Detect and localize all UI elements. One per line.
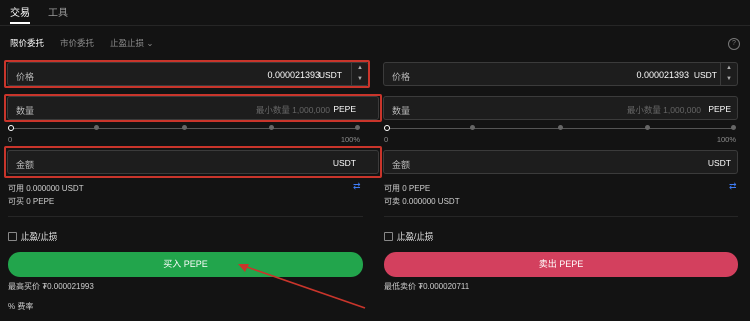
slider-mark <box>645 125 650 130</box>
buy-tpsl-label: 止盈/止损 <box>21 231 58 241</box>
sell-price-field[interactable]: 价格 0.000021393 USDT ▲ ▼ <box>383 62 738 86</box>
sell-pct-slider[interactable]: 0 100% <box>384 123 736 144</box>
slider-knob[interactable] <box>8 124 14 131</box>
fee-rate-link[interactable]: % 费率 <box>8 301 33 312</box>
tabs-divider <box>0 25 750 26</box>
slider-min-label: 0 <box>8 135 13 144</box>
sell-amount-unit: USDT <box>707 158 731 168</box>
divider <box>8 216 363 217</box>
checkbox-icon[interactable] <box>8 231 17 241</box>
sell-can-sell: 可卖 0.000000 USDT <box>384 197 460 206</box>
divider <box>384 216 738 217</box>
slider-max-label: 100% <box>716 135 736 144</box>
annotation-arrow-icon <box>238 264 366 309</box>
slider-knob[interactable] <box>384 124 390 131</box>
highlight-price <box>4 60 370 88</box>
sell-qty-label: 数量 <box>392 106 411 116</box>
sell-amount-label: 金额 <box>392 160 411 170</box>
swap-icon[interactable]: ⇄ <box>729 181 737 192</box>
highlight-amount <box>4 146 382 178</box>
tab-tools[interactable]: 工具 <box>48 4 68 24</box>
buy-best-price: 最高买价 ₮0.000021993 <box>8 282 94 291</box>
swap-icon[interactable]: ⇄ <box>353 181 361 192</box>
sell-price-value: 0.000021393 <box>636 70 689 80</box>
chevron-down-icon: ⌄ <box>146 38 154 48</box>
sell-amount-field[interactable]: 金额 USDT <box>383 150 738 174</box>
tab-market-order[interactable]: 市价委托 <box>60 37 94 49</box>
tab-stop-order[interactable]: 止盈止损 ⌄ <box>110 37 154 49</box>
sell-button[interactable]: 卖出 PEPE <box>384 252 738 277</box>
order-type-tabs: 限价委托 市价委托 止盈止损 ⌄ <box>10 37 154 49</box>
slider-mark <box>731 125 736 130</box>
buy-can-buy: 可买 0 PEPE <box>8 197 55 206</box>
sell-tpsl-label: 止盈/止损 <box>397 231 434 241</box>
buy-tpsl-checkbox[interactable]: 止盈/止损 <box>8 230 57 242</box>
sell-qty-field[interactable]: 数量 最小数量 1,000,000 PEPE <box>383 96 738 120</box>
sell-qty-unit: PEPE <box>708 104 731 114</box>
sell-available: 可用 0 PEPE <box>384 184 431 193</box>
caret-down-icon[interactable]: ▼ <box>721 74 737 85</box>
sell-price-unit: USDT <box>693 70 717 80</box>
slider-mark <box>558 125 563 130</box>
main-tabs: 交易 工具 <box>10 4 68 24</box>
slider-mark <box>182 125 187 130</box>
tab-trade[interactable]: 交易 <box>10 4 30 24</box>
caret-up-icon[interactable]: ▲ <box>721 63 737 74</box>
slider-min-label: 0 <box>384 135 389 144</box>
slider-mark <box>94 125 99 130</box>
sell-best-price: 最低卖价 ₮0.000020711 <box>384 282 470 291</box>
sell-qty-placeholder: 最小数量 1,000,000 <box>626 105 701 115</box>
sell-price-label: 价格 <box>392 72 411 82</box>
highlight-qty <box>4 94 382 122</box>
sell-tpsl-checkbox[interactable]: 止盈/止损 <box>384 230 433 242</box>
slider-max-label: 100% <box>340 135 360 144</box>
tab-limit-order[interactable]: 限价委托 <box>10 37 44 49</box>
sell-price-stepper[interactable]: ▲ ▼ <box>720 63 737 85</box>
slider-mark <box>355 125 360 130</box>
checkbox-icon[interactable] <box>384 231 393 241</box>
slider-mark <box>470 125 475 130</box>
stop-order-label: 止盈止损 <box>110 38 145 48</box>
buy-pct-slider[interactable]: 0 100% <box>8 123 360 144</box>
slider-mark <box>269 125 274 130</box>
buy-available: 可用 0.000000 USDT <box>8 184 84 193</box>
help-icon[interactable]: ? <box>728 38 740 50</box>
